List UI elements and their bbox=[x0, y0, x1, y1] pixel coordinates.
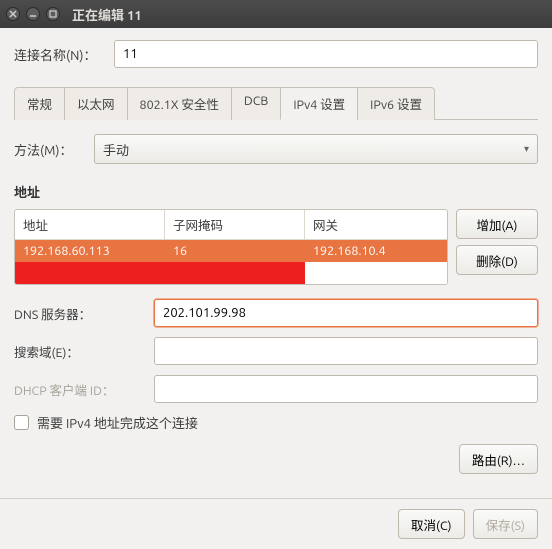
tab-ethernet[interactable]: 以太网 bbox=[64, 87, 128, 120]
tabs: 常规 以太网 802.1X 安全性 DCB IPv4 设置 IPv6 设置 bbox=[14, 86, 538, 120]
address-row[interactable]: 192.168.60.113 16 192.168.10.4 bbox=[15, 240, 447, 262]
dhcp-client-id-label: DHCP 客户端 ID： bbox=[14, 380, 154, 399]
tab-8021x[interactable]: 802.1X 安全性 bbox=[127, 87, 232, 120]
delete-address-button[interactable]: 删除(D) bbox=[456, 245, 538, 275]
require-ipv4-label: 需要 IPv4 地址完成这个连接 bbox=[37, 413, 198, 432]
search-domain-label: 搜索域(E)： bbox=[14, 342, 154, 361]
tab-ipv6[interactable]: IPv6 设置 bbox=[357, 87, 435, 120]
save-button[interactable]: 保存(S) bbox=[473, 509, 538, 539]
dns-input[interactable] bbox=[154, 299, 538, 327]
maximize-window-button[interactable] bbox=[46, 7, 60, 21]
connection-name-label: 连接名称(N)： bbox=[14, 45, 114, 64]
close-window-button[interactable] bbox=[6, 7, 20, 21]
tab-ipv4[interactable]: IPv4 设置 bbox=[280, 87, 358, 120]
search-domain-input[interactable] bbox=[154, 337, 538, 365]
dns-label: DNS 服务器： bbox=[14, 304, 154, 323]
col-header-gateway[interactable]: 网关 bbox=[305, 210, 447, 239]
dialog-buttons: 取消(C) 保存(S) bbox=[0, 498, 552, 549]
address-table-header: 地址 子网掩码 网关 bbox=[15, 210, 447, 240]
col-header-netmask[interactable]: 子网掩码 bbox=[165, 210, 305, 239]
connection-name-input[interactable] bbox=[114, 40, 538, 68]
add-address-button[interactable]: 增加(A) bbox=[456, 209, 538, 239]
cancel-button[interactable]: 取消(C) bbox=[398, 509, 465, 539]
tab-general[interactable]: 常规 bbox=[14, 87, 65, 120]
titlebar: 正在编辑 11 bbox=[0, 0, 552, 28]
require-ipv4-checkbox[interactable] bbox=[14, 415, 29, 430]
cell-netmask[interactable]: 16 bbox=[165, 240, 305, 262]
dhcp-client-id-input bbox=[154, 375, 538, 403]
cell-gateway[interactable]: 192.168.10.4 bbox=[305, 240, 447, 262]
cell-address-edit[interactable] bbox=[15, 262, 165, 284]
col-header-address[interactable]: 地址 bbox=[15, 210, 165, 239]
cell-address[interactable]: 192.168.60.113 bbox=[15, 240, 165, 262]
method-label: 方法(M)： bbox=[14, 140, 94, 159]
address-heading: 地址 bbox=[14, 182, 538, 201]
address-row-editing[interactable] bbox=[15, 262, 447, 284]
cell-netmask-edit[interactable] bbox=[165, 262, 305, 284]
tab-dcb[interactable]: DCB bbox=[231, 87, 281, 120]
address-table[interactable]: 地址 子网掩码 网关 192.168.60.113 16 192.168.10.… bbox=[14, 209, 448, 285]
minimize-window-button[interactable] bbox=[26, 7, 40, 21]
method-select[interactable]: 手动 ▾ bbox=[94, 134, 538, 164]
cell-gateway-edit[interactable] bbox=[305, 262, 447, 284]
chevron-down-icon: ▾ bbox=[524, 143, 529, 155]
routes-button[interactable]: 路由(R)… bbox=[459, 444, 538, 474]
window-title: 正在编辑 11 bbox=[72, 5, 142, 24]
method-value: 手动 bbox=[103, 140, 129, 159]
